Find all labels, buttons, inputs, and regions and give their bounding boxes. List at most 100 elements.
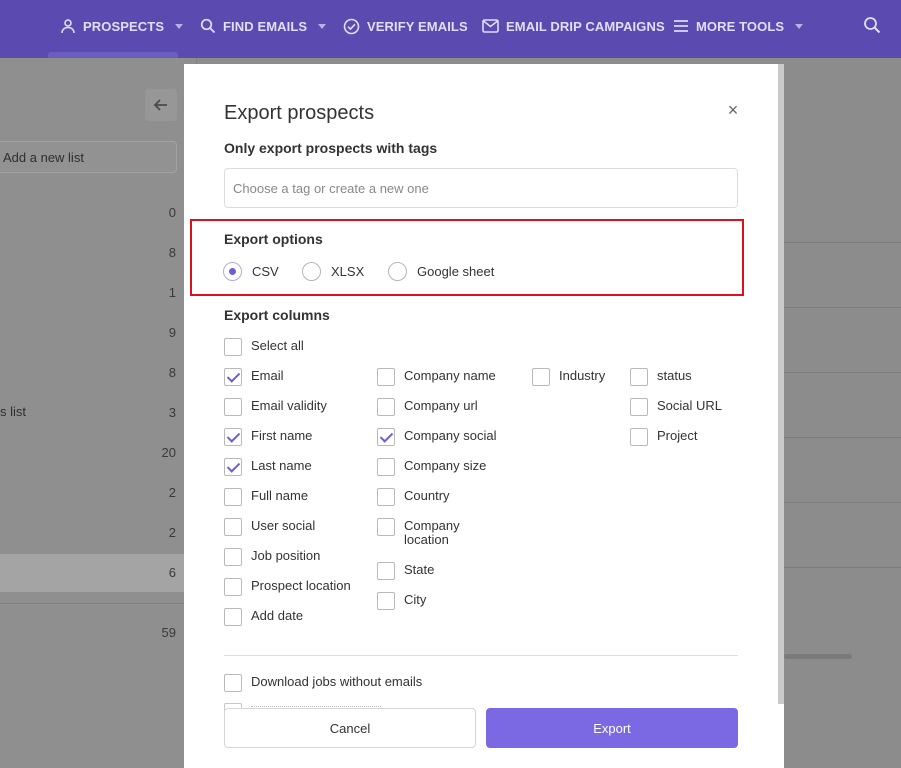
checkbox-user-social[interactable]: User social bbox=[224, 518, 315, 536]
checkbox-social-url[interactable]: Social URL bbox=[630, 398, 722, 416]
checkbox[interactable] bbox=[630, 368, 648, 386]
radio-xlsx[interactable]: XLSX bbox=[302, 262, 364, 281]
nav-find-emails[interactable]: FIND EMAILS bbox=[200, 0, 327, 52]
checkbox-company-name[interactable]: Company name bbox=[377, 368, 496, 386]
checkbox[interactable] bbox=[630, 428, 648, 446]
checkbox[interactable] bbox=[377, 592, 395, 610]
checkbox-checked[interactable] bbox=[377, 428, 395, 446]
checkbox-last-name[interactable]: Last name bbox=[224, 458, 312, 476]
divider bbox=[784, 307, 901, 308]
modal-title: Export prospects bbox=[224, 102, 375, 124]
checkbox-email-validity[interactable]: Email validity bbox=[224, 398, 327, 416]
checkbox[interactable] bbox=[377, 518, 395, 536]
checkbox-full-name[interactable]: Full name bbox=[224, 488, 308, 506]
lists-sidebar: Add a new list 0 8 1 9 8 s list 3 20 2 2… bbox=[0, 58, 197, 768]
checkbox-label: Select all bbox=[251, 338, 304, 353]
checkbox-country[interactable]: Country bbox=[377, 488, 450, 506]
checkbox[interactable] bbox=[224, 488, 242, 506]
checkbox-email[interactable]: Email bbox=[224, 368, 284, 386]
checkbox-company-size[interactable]: Company size bbox=[377, 458, 486, 476]
divider bbox=[224, 655, 738, 656]
export-prospects-modal: Export prospects × Only export prospects… bbox=[184, 64, 784, 768]
radio-csv[interactable]: CSV bbox=[223, 262, 279, 281]
nav-more-tools[interactable]: MORE TOOLS bbox=[673, 0, 804, 52]
nav-verify-emails[interactable]: VERIFY EMAILS bbox=[343, 0, 468, 52]
search-icon bbox=[200, 18, 216, 34]
list-count: 2 bbox=[168, 525, 176, 540]
nav-prospects[interactable]: PROSPECTS bbox=[60, 0, 184, 52]
list-count: 2 bbox=[168, 485, 176, 500]
checkbox[interactable] bbox=[224, 518, 242, 536]
checkbox[interactable] bbox=[224, 608, 242, 626]
nav-search-button[interactable] bbox=[863, 16, 881, 39]
checkbox[interactable] bbox=[224, 548, 242, 566]
divider bbox=[784, 567, 901, 568]
list-count: 1 bbox=[168, 285, 176, 300]
person-icon bbox=[61, 19, 75, 34]
list-name: s list bbox=[0, 404, 26, 419]
add-list-input[interactable]: Add a new list bbox=[0, 141, 177, 173]
divider bbox=[784, 437, 901, 438]
checkbox[interactable] bbox=[224, 338, 242, 356]
checkbox[interactable] bbox=[377, 488, 395, 506]
cancel-button[interactable]: Cancel bbox=[224, 708, 476, 748]
checkbox-city[interactable]: City bbox=[377, 592, 426, 610]
list-count: 59 bbox=[161, 625, 176, 640]
nav-email-drip-campaigns[interactable]: EMAIL DRIP CAMPAIGNS bbox=[482, 0, 665, 52]
nav-verify-emails-label: VERIFY EMAILS bbox=[367, 18, 468, 34]
checkbox[interactable] bbox=[630, 398, 648, 416]
checkbox-company-social[interactable]: Company social bbox=[377, 428, 497, 446]
checkbox[interactable] bbox=[224, 398, 242, 416]
checkbox-label: Company social bbox=[404, 428, 497, 443]
checkbox-first-name[interactable]: First name bbox=[224, 428, 312, 446]
checkbox[interactable] bbox=[377, 562, 395, 580]
tag-input[interactable] bbox=[224, 168, 738, 208]
checkbox-checked[interactable] bbox=[224, 458, 242, 476]
selected-list-row[interactable] bbox=[0, 554, 196, 592]
checkbox-label: Social URL bbox=[657, 398, 723, 413]
checkbox[interactable] bbox=[377, 398, 395, 416]
checkbox[interactable] bbox=[224, 578, 242, 596]
checkbox-job-position[interactable]: Job position bbox=[224, 548, 320, 566]
scrollbar-thumb[interactable] bbox=[778, 64, 784, 704]
checkbox-state[interactable]: State bbox=[377, 562, 434, 580]
checkbox-label: User social bbox=[251, 518, 316, 533]
checkbox-prospect-location[interactable]: Prospect location bbox=[224, 578, 351, 596]
checkbox-project[interactable]: Project bbox=[630, 428, 697, 446]
divider bbox=[784, 502, 901, 503]
close-button[interactable]: × bbox=[725, 101, 741, 119]
checkbox-label: City bbox=[404, 592, 427, 607]
checkbox-industry[interactable]: Industry bbox=[532, 368, 605, 386]
checkbox[interactable] bbox=[224, 674, 242, 692]
top-navigation: PROSPECTS FIND EMAILS VERIFY EMAILS EMAI… bbox=[0, 0, 901, 58]
modal-scrollbar[interactable] bbox=[778, 64, 784, 704]
chevron-down-icon bbox=[318, 23, 327, 29]
checkbox-label: status bbox=[657, 368, 692, 383]
checkbox[interactable] bbox=[377, 458, 395, 476]
radio-button[interactable] bbox=[302, 262, 321, 281]
checkbox-company-location[interactable]: Company location bbox=[377, 518, 468, 547]
checkbox-company-url[interactable]: Company url bbox=[377, 398, 478, 416]
checkbox-download-jobs-without-emails[interactable]: Download jobs without emails bbox=[224, 674, 422, 692]
divider bbox=[0, 603, 196, 604]
checkbox-label: State bbox=[404, 562, 435, 577]
list-count: 3 bbox=[168, 405, 176, 420]
radio-button-selected[interactable] bbox=[223, 262, 242, 281]
checkbox-checked[interactable] bbox=[224, 428, 242, 446]
checkbox-checked[interactable] bbox=[224, 368, 242, 386]
back-button[interactable] bbox=[145, 89, 177, 121]
checkbox[interactable] bbox=[532, 368, 550, 386]
horizontal-scrollbar[interactable] bbox=[784, 654, 852, 659]
checkbox[interactable] bbox=[377, 368, 395, 386]
checkbox-status[interactable]: status bbox=[630, 368, 692, 386]
list-count: 8 bbox=[168, 245, 176, 260]
checkbox-label: Country bbox=[404, 488, 450, 503]
radio-google-sheet[interactable]: Google sheet bbox=[388, 262, 494, 281]
checkbox-add-date[interactable]: Add date bbox=[224, 608, 303, 626]
checkbox-label: Email bbox=[251, 368, 284, 383]
divider bbox=[784, 372, 901, 373]
checkbox-select-all[interactable]: Select all bbox=[224, 338, 304, 356]
checkbox-label: Company location bbox=[404, 518, 460, 547]
export-button[interactable]: Export bbox=[486, 708, 738, 748]
radio-button[interactable] bbox=[388, 262, 407, 281]
